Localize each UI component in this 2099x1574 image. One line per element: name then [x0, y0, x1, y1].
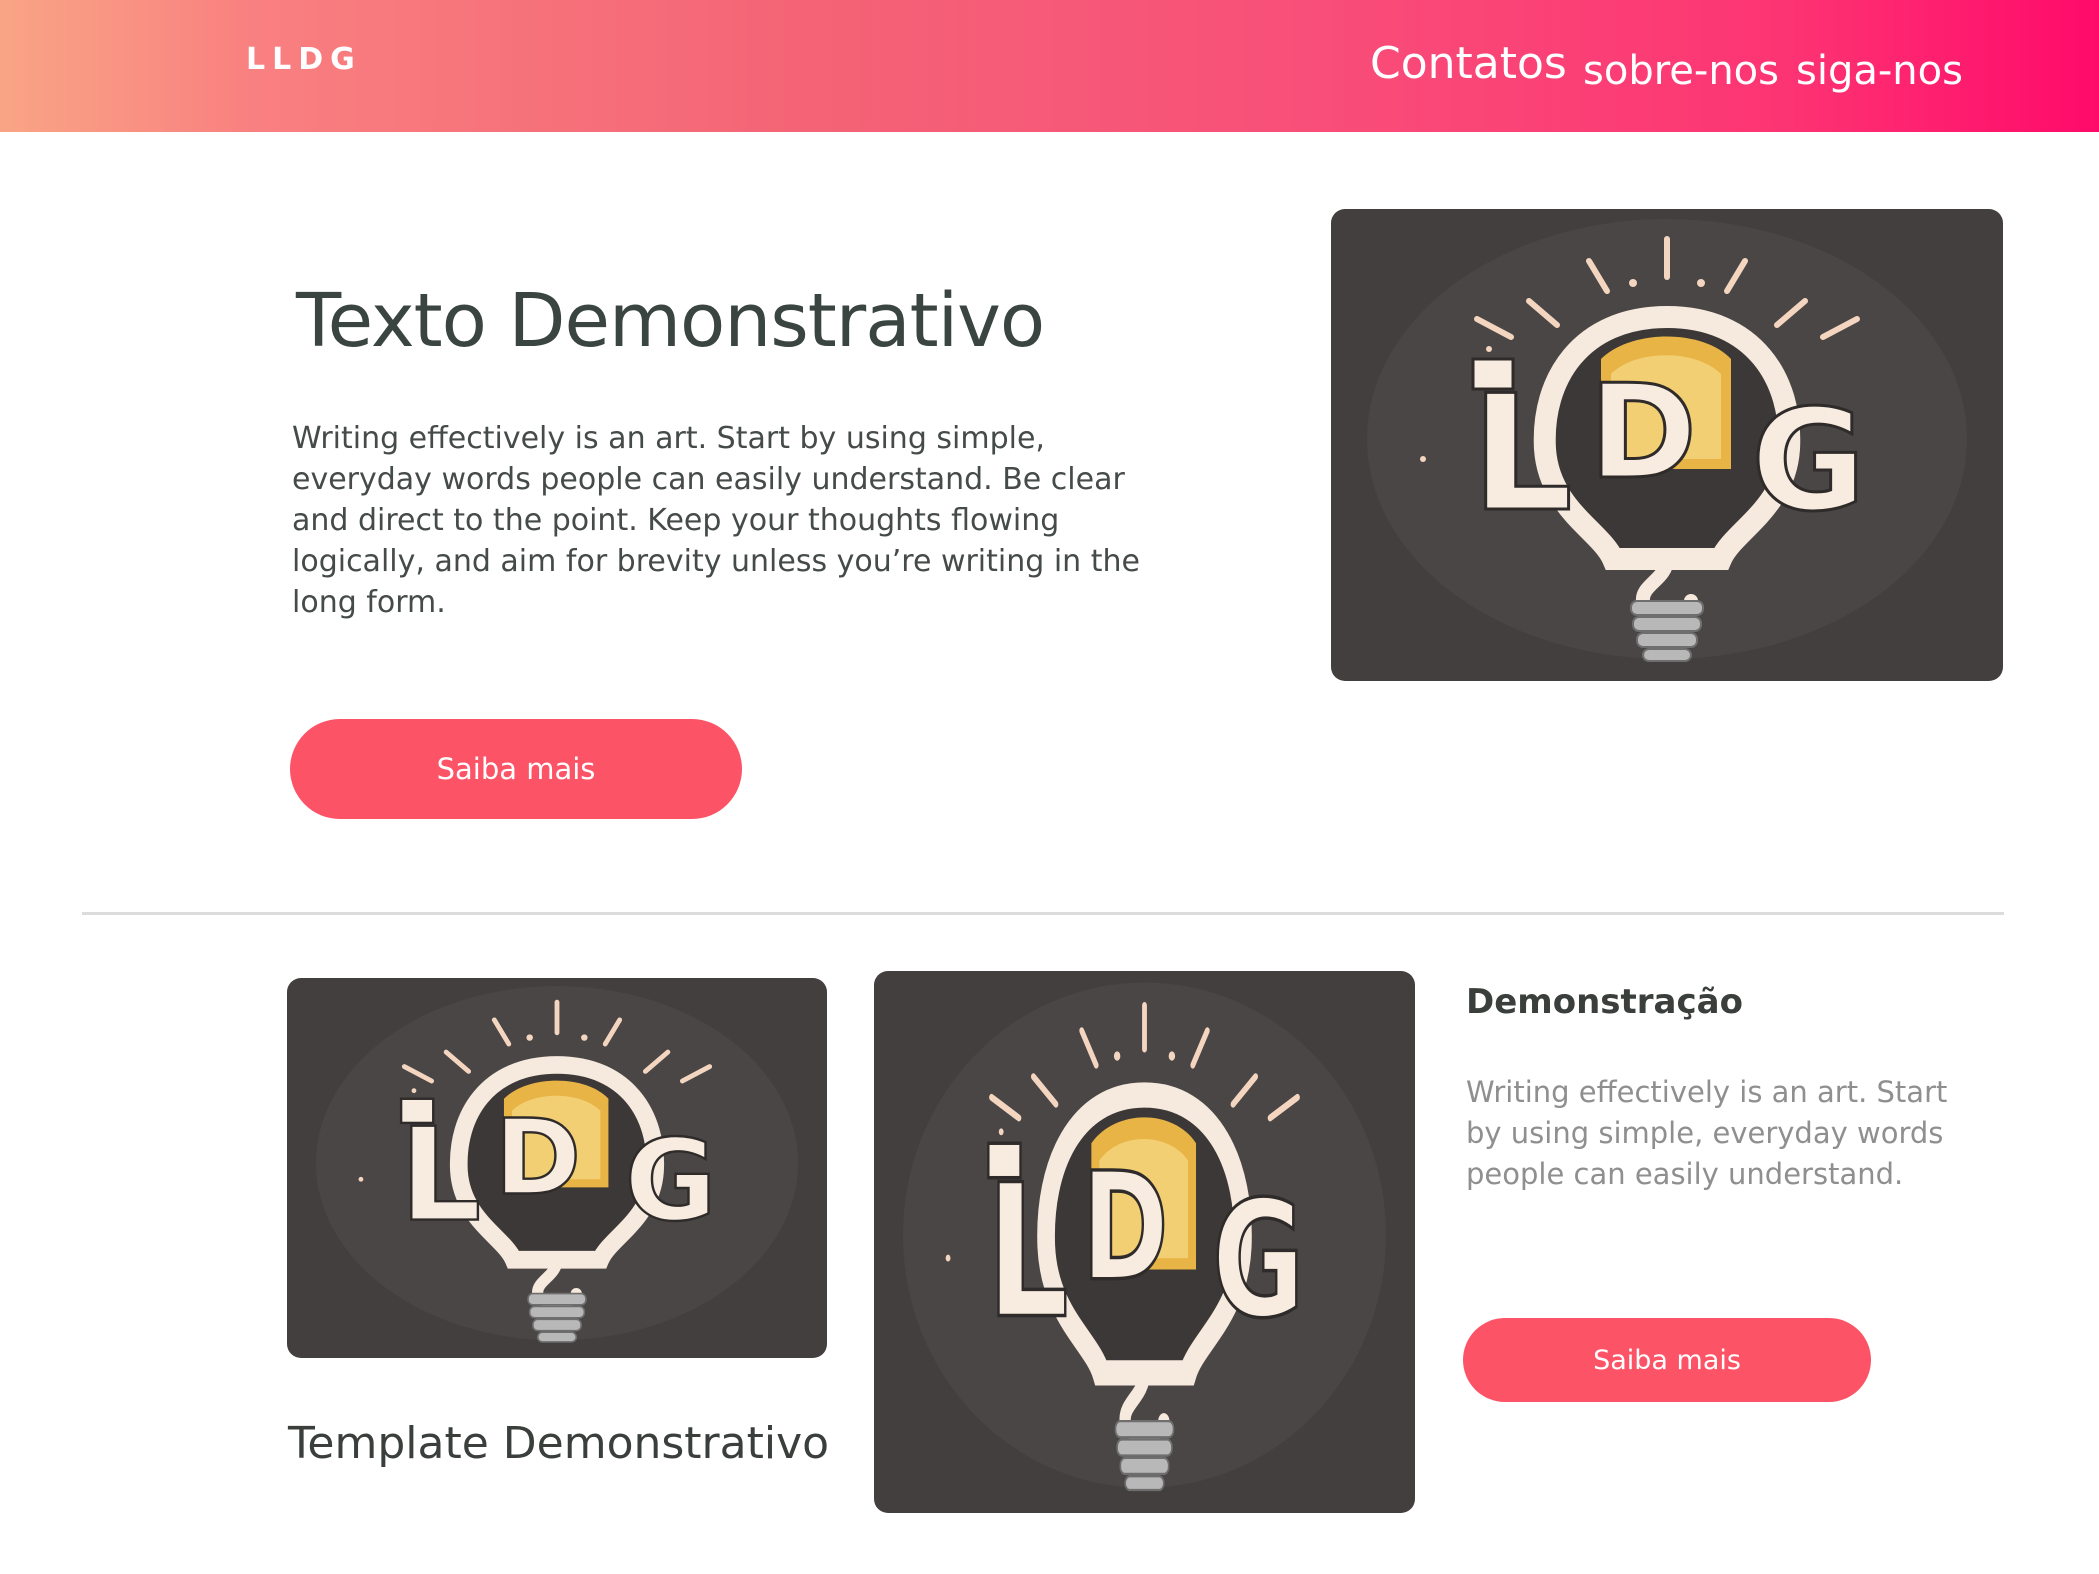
site-header: LLDG Contatos sobre-nos siga-nos	[0, 0, 2099, 132]
hero-logo-image	[1331, 209, 2003, 681]
nav-link-sobre-nos[interactable]: sobre-nos	[1583, 48, 1779, 94]
gallery-image-large	[874, 971, 1415, 1513]
gallery-image-small	[287, 978, 827, 1358]
demo-text: Writing effectively is an art. Start by …	[1466, 1075, 1948, 1191]
nav-link-siga-nos[interactable]: siga-nos	[1796, 48, 1963, 94]
nav-link-contatos[interactable]: Contatos	[1370, 38, 1567, 89]
lldg-lightbulb-logo-icon	[287, 978, 827, 1358]
lldg-lightbulb-logo-icon	[874, 971, 1415, 1513]
brand-logo[interactable]: LLDG	[246, 42, 362, 77]
hero-text: Writing effectively is an art. Start by …	[292, 421, 1140, 620]
template-title: Template Demonstrativo	[288, 1418, 830, 1469]
hero-saiba-mais-button[interactable]: Saiba mais	[290, 719, 742, 819]
hero-title: Texto Demonstrativo	[296, 278, 1045, 364]
lldg-lightbulb-logo-icon	[1331, 209, 2003, 681]
demo-saiba-mais-button[interactable]: Saiba mais	[1463, 1318, 1871, 1402]
demo-title: Demonstração	[1466, 982, 1743, 1022]
section-divider	[82, 912, 2004, 915]
